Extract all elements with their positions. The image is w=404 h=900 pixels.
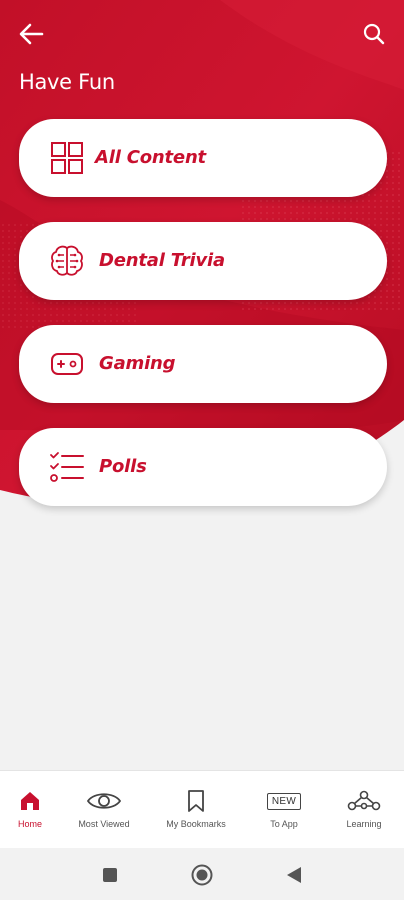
card-label: Dental Trivia: [99, 250, 225, 271]
bottom-navigation: Home Most Viewed My Bookmarks NEW To App: [0, 770, 404, 848]
card-label: Polls: [99, 456, 147, 477]
nav-label: My Bookmarks: [166, 819, 226, 829]
top-bar: [0, 0, 404, 68]
arrow-left-icon: [19, 23, 44, 45]
nav-item-my-bookmarks[interactable]: My Bookmarks: [156, 771, 236, 849]
page-title: Have Fun: [19, 70, 115, 94]
grid-icon: [49, 141, 85, 175]
nav-item-most-viewed[interactable]: Most Viewed: [64, 771, 144, 849]
nav-label: Learning: [346, 819, 382, 829]
nav-label: Home: [17, 819, 42, 829]
all-content-card[interactable]: All Content: [19, 119, 387, 197]
recent-apps-icon[interactable]: [102, 867, 118, 888]
gaming-card[interactable]: Gaming: [19, 325, 387, 403]
home-circle-icon[interactable]: [191, 864, 213, 891]
back-triangle-icon[interactable]: [286, 866, 302, 889]
learning-path-icon: [347, 787, 381, 815]
search-icon: [363, 23, 385, 45]
checklist-icon: [49, 450, 85, 484]
brain-icon: [49, 244, 85, 278]
polls-card[interactable]: Polls: [19, 428, 387, 506]
system-navigation-bar: [0, 850, 404, 900]
nav-item-home[interactable]: Home: [0, 771, 70, 849]
back-button[interactable]: [16, 20, 46, 48]
nav-label: To App: [270, 819, 298, 829]
search-button[interactable]: [360, 20, 388, 48]
home-icon: [19, 787, 41, 815]
card-label: Gaming: [99, 353, 176, 374]
card-label: All Content: [95, 147, 206, 168]
bookmark-icon: [186, 787, 206, 815]
dental-trivia-card[interactable]: Dental Trivia: [19, 222, 387, 300]
eye-icon: [86, 787, 122, 815]
new-badge-icon: NEW: [266, 787, 302, 815]
nav-item-to-app[interactable]: NEW To App: [244, 771, 324, 849]
nav-label: Most Viewed: [78, 819, 130, 829]
new-badge-text: NEW: [266, 792, 302, 810]
nav-item-learning[interactable]: Learning: [324, 771, 404, 849]
gamepad-icon: [49, 347, 85, 381]
